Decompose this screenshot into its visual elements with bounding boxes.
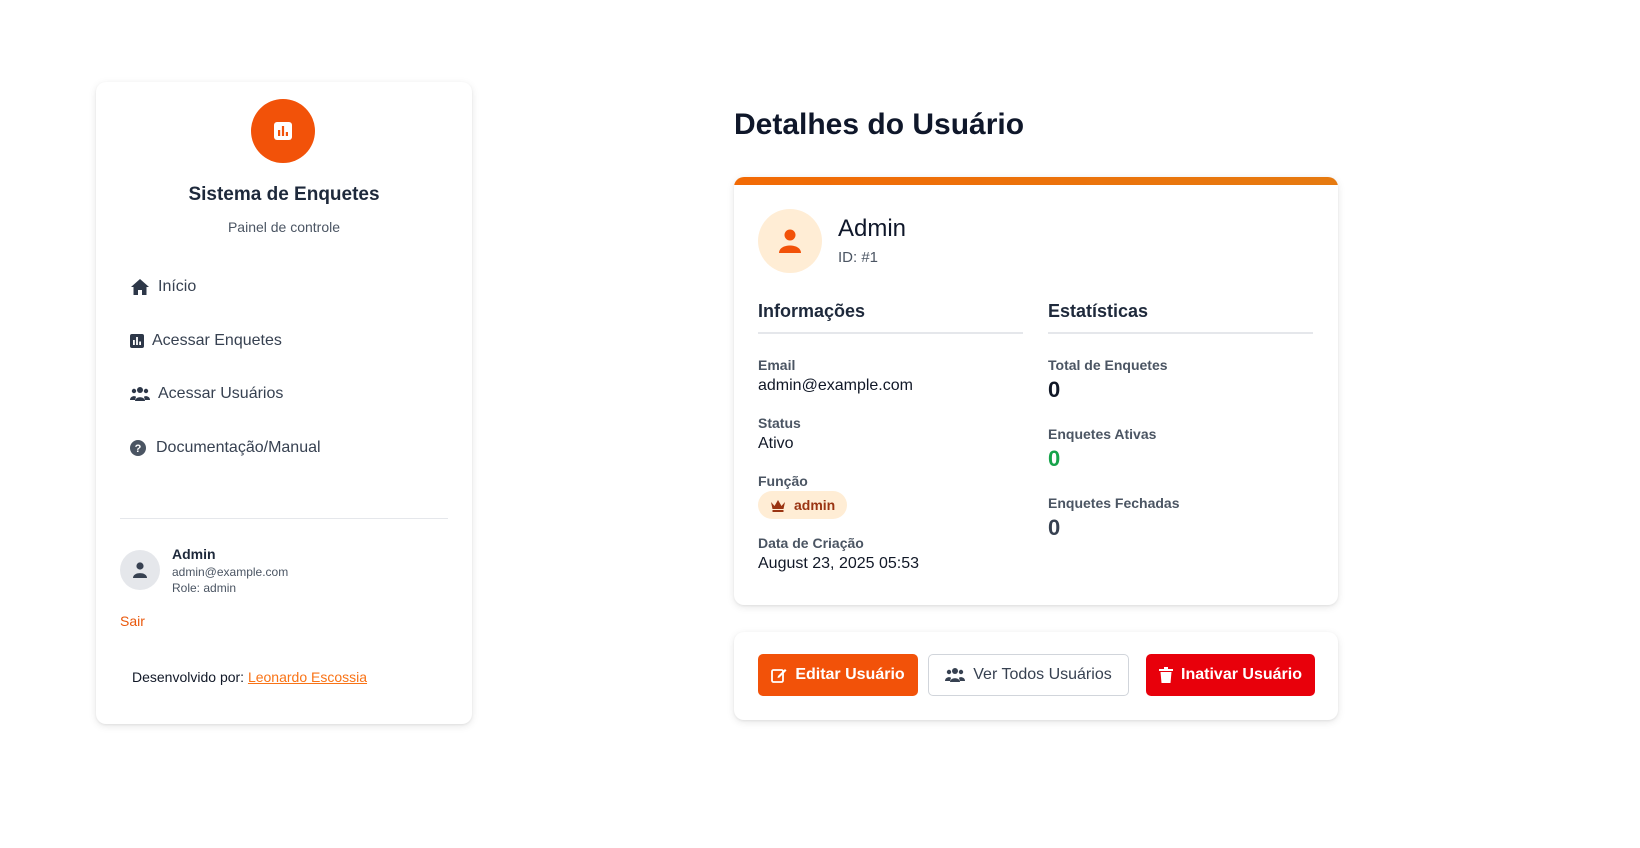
chart-icon [274,122,292,140]
profile-avatar [758,209,822,273]
edit-user-label: Editar Usuário [795,666,905,683]
email-label: Email [758,357,796,373]
current-user-email: admin@example.com [172,565,289,579]
total-polls-value: 0 [1048,377,1061,402]
view-all-users-label: Ver Todos Usuários [973,666,1112,683]
logout-link[interactable]: Sair [120,613,145,629]
nav-label: Documentação/Manual [156,439,321,456]
info-title: Informações [758,301,1023,334]
closed-polls-label: Enquetes Fechadas [1048,495,1180,511]
users-icon [945,667,966,683]
question-circle-icon: ? [130,440,146,456]
avatar [120,550,160,590]
status-value: Ativo [758,435,794,452]
users-icon [130,386,150,402]
nav-item-enquetes[interactable]: Acessar Enquetes [130,329,282,353]
status-label: Status [758,415,801,431]
current-user-role: Role: admin [172,581,237,595]
sidebar-divider [120,518,448,519]
stats-title: Estatísticas [1048,301,1313,334]
closed-polls-value: 0 [1048,515,1061,540]
page-title: Detalhes do Usuário [734,108,1025,141]
app-subtitle: Painel de controle [227,219,341,235]
profile-id: ID: #1 [838,249,879,266]
sidebar: Sistema de Enquetes Painel de controle I… [96,82,472,724]
info-column: Informações Email admin@example.com Stat… [758,301,1023,572]
nav-label: Início [158,278,197,295]
email-value: admin@example.com [758,377,913,394]
role-label: Função [758,473,808,489]
app-title: Sistema de Enquetes [188,184,380,205]
created-label: Data de Criação [758,535,864,551]
deactivate-user-button[interactable]: Inativar Usuário [1146,654,1315,696]
edit-user-button[interactable]: Editar Usuário [758,654,918,696]
user-icon [133,562,147,578]
profile-name: Admin [838,215,907,242]
active-polls-value: 0 [1048,446,1061,471]
trash-icon [1159,667,1174,683]
footer-credit: Desenvolvido por: Leonardo Escossia [132,669,367,685]
edit-icon [771,667,787,683]
home-icon [130,278,150,296]
footer-prefix: Desenvolvido por: [132,669,245,685]
deactivate-user-label: Inativar Usuário [1181,666,1302,683]
nav-label: Acessar Enquetes [152,332,282,349]
nav-item-usuarios[interactable]: Acessar Usuários [130,382,283,406]
view-all-users-button[interactable]: Ver Todos Usuários [928,654,1129,696]
crown-icon [770,499,786,512]
chart-icon [130,334,144,348]
stats-column: Estatísticas Total de Enquetes 0 Enquete… [1048,301,1313,540]
actions-card: Editar Usuário Ver Todos Usuários Inativ… [734,632,1338,720]
total-polls-label: Total de Enquetes [1048,357,1168,373]
role-badge-label: admin [794,497,836,513]
user-icon [779,229,801,253]
current-user-name: Admin [172,546,216,562]
author-link[interactable]: Leonardo Escossia [248,669,367,685]
svg-text:?: ? [135,443,142,455]
role-badge: admin [758,491,848,519]
nav-item-inicio[interactable]: Início [130,275,196,299]
created-value: August 23, 2025 05:53 [758,555,920,572]
active-polls-label: Enquetes Ativas [1048,426,1157,442]
app-logo [251,99,315,163]
user-details-card: Admin ID: #1 Informações Email admin@exa… [734,177,1338,605]
nav-label: Acessar Usuários [158,385,284,402]
nav-item-documentacao[interactable]: ? Documentação/Manual [130,436,321,460]
card-accent-bar [734,177,1338,185]
